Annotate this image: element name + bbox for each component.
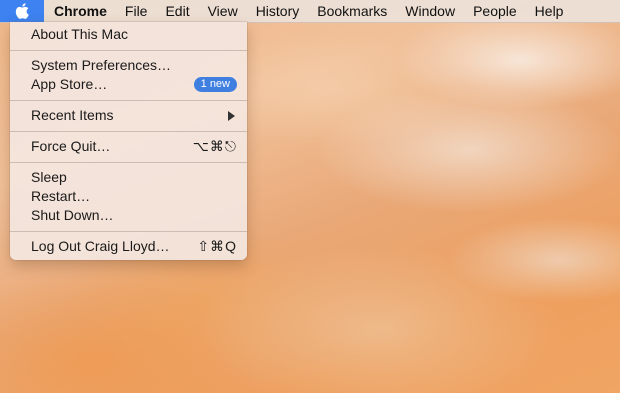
menu-separator bbox=[10, 162, 247, 163]
menu-item-label: About This Mac bbox=[31, 26, 129, 42]
apple-menu-button[interactable] bbox=[0, 0, 44, 22]
menu-help[interactable]: Help bbox=[526, 0, 573, 22]
menu-item-shut-down[interactable]: Shut Down… bbox=[10, 206, 247, 225]
menu-bar: Chrome File Edit View History Bookmarks … bbox=[0, 0, 620, 23]
menu-separator bbox=[10, 100, 247, 101]
menu-bookmarks[interactable]: Bookmarks bbox=[308, 0, 396, 22]
menu-separator bbox=[10, 50, 247, 51]
desktop-background: Chrome File Edit View History Bookmarks … bbox=[0, 0, 620, 393]
menu-item-label: Log Out Craig Lloyd… bbox=[31, 238, 170, 254]
menu-item-app-store[interactable]: App Store… 1 new bbox=[10, 75, 247, 94]
menu-separator bbox=[10, 131, 247, 132]
menu-item-label: Shut Down… bbox=[31, 207, 114, 223]
menu-item-label: Restart… bbox=[31, 188, 91, 204]
menu-item-label: Force Quit… bbox=[31, 138, 111, 154]
menu-item-system-preferences[interactable]: System Preferences… bbox=[10, 56, 247, 75]
keyboard-shortcut: ⇧⌘Q bbox=[197, 238, 237, 254]
menu-item-log-out[interactable]: Log Out Craig Lloyd… ⇧⌘Q bbox=[10, 237, 247, 256]
menu-window[interactable]: Window bbox=[396, 0, 464, 22]
menu-item-label: Recent Items bbox=[31, 107, 114, 123]
update-badge: 1 new bbox=[193, 77, 237, 92]
menu-item-label: Sleep bbox=[31, 169, 67, 185]
menu-separator bbox=[10, 231, 247, 232]
menu-history[interactable]: History bbox=[247, 0, 309, 22]
menu-item-restart[interactable]: Restart… bbox=[10, 187, 247, 206]
apple-menu-dropdown: About This Mac System Preferences… App S… bbox=[10, 22, 247, 260]
menu-item-recent-items[interactable]: Recent Items bbox=[10, 106, 247, 125]
menu-edit[interactable]: Edit bbox=[156, 0, 198, 22]
menu-app-name[interactable]: Chrome bbox=[44, 0, 116, 22]
menu-item-force-quit[interactable]: Force Quit… ⌥⌘⎋ bbox=[10, 137, 247, 156]
menu-people[interactable]: People bbox=[464, 0, 526, 22]
submenu-arrow-icon bbox=[228, 111, 235, 121]
menu-item-label: System Preferences… bbox=[31, 57, 172, 73]
menu-view[interactable]: View bbox=[199, 0, 247, 22]
menu-item-about[interactable]: About This Mac bbox=[10, 25, 247, 44]
menu-file[interactable]: File bbox=[116, 0, 157, 22]
menu-item-sleep[interactable]: Sleep bbox=[10, 168, 247, 187]
menu-item-label: App Store… bbox=[31, 76, 108, 92]
keyboard-shortcut: ⌥⌘⎋ bbox=[192, 138, 237, 154]
apple-logo-icon bbox=[15, 3, 29, 19]
